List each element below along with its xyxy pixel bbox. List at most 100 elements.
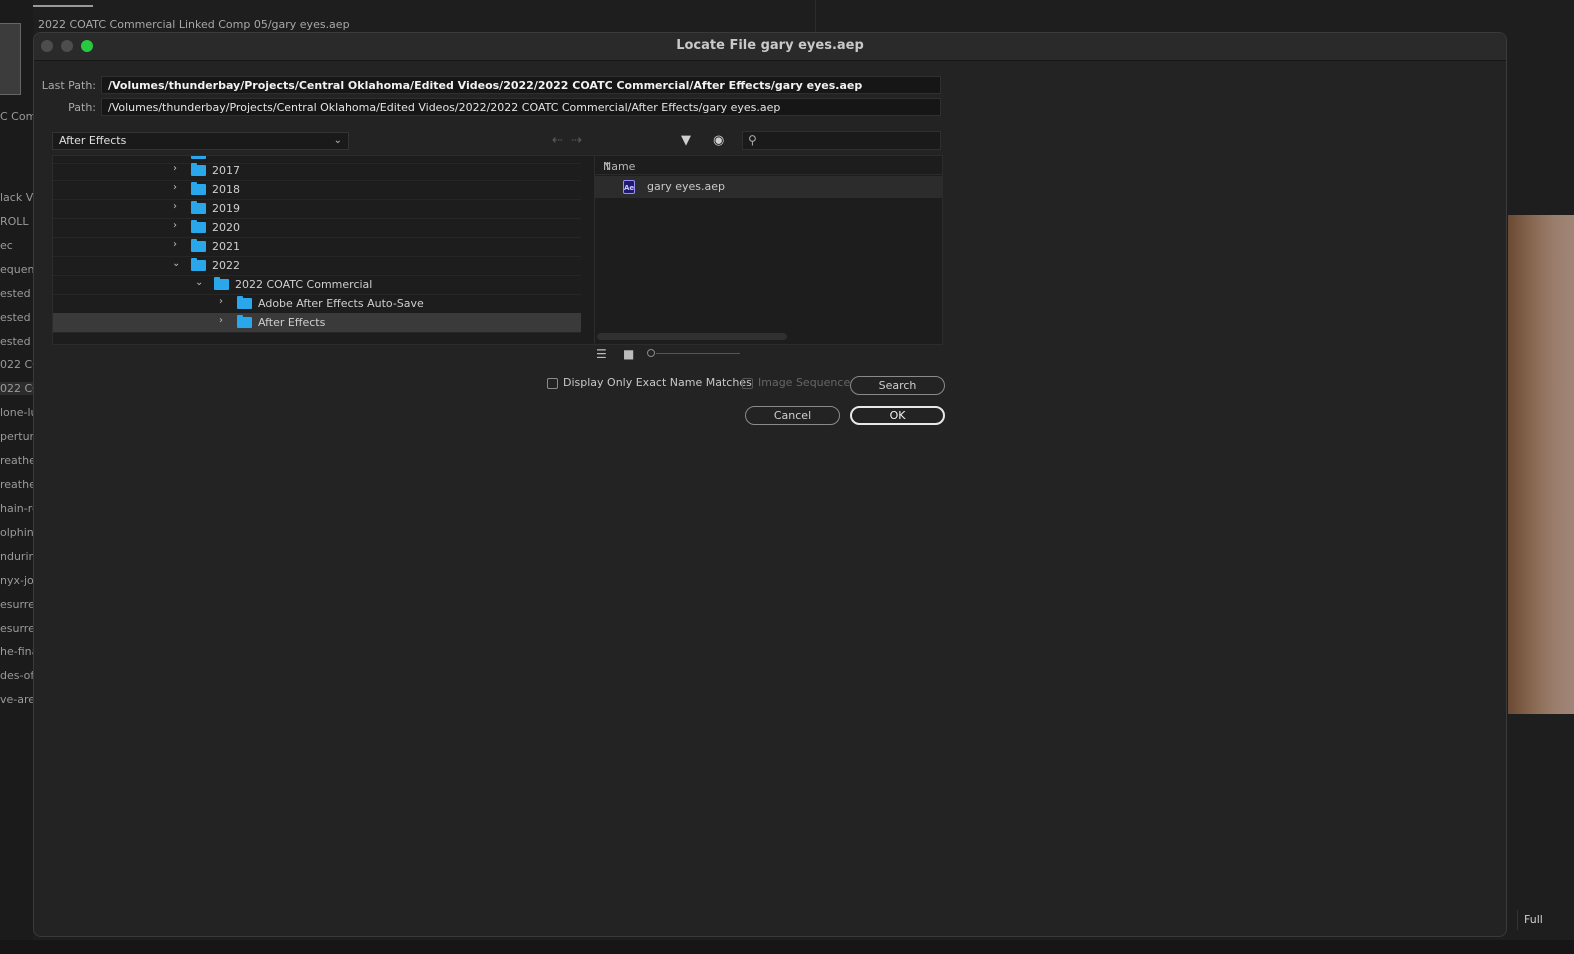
project-item[interactable]: ROLL — [0, 215, 33, 228]
chevron-right-icon[interactable]: › — [219, 296, 223, 307]
tab-indicator — [33, 5, 93, 7]
project-item[interactable]: esurrec — [0, 622, 33, 635]
project-item[interactable]: ested S — [0, 311, 33, 324]
eye-icon[interactable]: ◉ — [713, 133, 724, 148]
cancel-button[interactable]: Cancel — [745, 406, 840, 425]
ok-button[interactable]: OK — [850, 406, 945, 425]
folder-icon — [237, 296, 252, 309]
tree-label: Adobe After Effects Auto-Save — [258, 297, 424, 310]
folder-icon — [214, 277, 229, 290]
tree-row[interactable]: › 2018 — [53, 180, 581, 200]
bottom-bar — [0, 940, 1574, 954]
chevron-down-icon[interactable]: ⌄ — [195, 277, 203, 288]
thumbnail-size-slider-knob[interactable] — [647, 349, 655, 357]
name-column-header[interactable]: Name ↑ — [595, 156, 942, 175]
project-item[interactable]: 022 CC — [0, 382, 33, 395]
folder-icon — [191, 239, 206, 252]
tree-label: 2022 — [212, 259, 240, 272]
tree-label: 2020 — [212, 221, 240, 234]
last-path-label: Last Path: — [41, 79, 96, 92]
folder-icon — [191, 201, 206, 214]
project-item[interactable]: des-of- — [0, 669, 33, 682]
project-item[interactable]: lone-lu — [0, 406, 33, 419]
tree-row[interactable]: › 2020 — [53, 218, 581, 238]
project-item[interactable]: hain-re — [0, 502, 33, 515]
chevron-down-icon: ⌄ — [333, 135, 342, 146]
dialog-title: Locate File gary eyes.aep — [676, 38, 864, 53]
folder-dropdown-value: After Effects — [59, 134, 127, 147]
tree-label: After Effects — [258, 316, 326, 329]
tree-row[interactable]: › 2021 — [53, 237, 581, 257]
tree-row[interactable]: › Adobe After Effects Auto-Save — [53, 294, 581, 314]
project-panel: C Comm lack Vi ROLL ec equenc ested S es… — [0, 0, 33, 954]
file-list: Name ↑ Ae gary eyes.aep — [594, 155, 943, 345]
project-item[interactable]: reathe- — [0, 454, 33, 467]
tree-label: 2018 — [212, 183, 240, 196]
files-horizontal-scrollbar[interactable] — [597, 333, 787, 340]
filter-icon[interactable]: ▼ — [681, 133, 691, 148]
folder-icon — [191, 220, 206, 233]
project-item[interactable]: perture — [0, 430, 33, 443]
project-item[interactable]: esurrec — [0, 598, 33, 611]
thumbnail — [0, 23, 21, 95]
folder-icon — [237, 315, 252, 328]
chevron-right-icon[interactable]: › — [173, 239, 177, 250]
tree-row[interactable]: ⌄ 2022 — [53, 256, 581, 276]
file-row[interactable]: Ae gary eyes.aep — [595, 176, 942, 198]
project-item[interactable]: ec — [0, 239, 33, 252]
search-button[interactable]: Search — [850, 376, 945, 395]
search-icon: ⚲ — [748, 133, 757, 147]
project-item[interactable]: nyx-jo- — [0, 574, 33, 587]
project-item[interactable]: ve-are- — [0, 693, 33, 706]
comp-title: 2022 COATC Commercial Linked Comp 05/gar… — [38, 18, 350, 31]
thumbnail-view-icon[interactable]: ■ — [623, 347, 634, 361]
project-item[interactable]: olphin- — [0, 526, 33, 539]
tree-label: 2022 COATC Commercial — [235, 278, 373, 291]
project-item[interactable]: he-fina — [0, 645, 33, 658]
chevron-down-icon[interactable]: ⌄ — [172, 258, 180, 269]
tree-row[interactable]: › 2019 — [53, 199, 581, 219]
folder-dropdown[interactable]: After Effects ⌄ — [52, 132, 349, 150]
thumbnail-size-slider[interactable] — [656, 353, 740, 354]
dialog-titlebar: Locate File gary eyes.aep — [34, 33, 1506, 61]
after-effects-file-icon: Ae — [623, 180, 635, 194]
chevron-right-icon[interactable]: › — [173, 163, 177, 174]
file-name: gary eyes.aep — [647, 180, 726, 193]
folder-icon — [191, 156, 206, 159]
folder-icon — [191, 163, 206, 176]
sort-ascending-icon: ↑ — [603, 160, 613, 173]
folder-icon — [191, 258, 206, 271]
image-sequence-checkbox[interactable] — [742, 378, 753, 389]
tree-label: 2021 — [212, 240, 240, 253]
list-view-icon[interactable]: ☰ — [596, 347, 607, 361]
project-item[interactable]: ested S — [0, 287, 33, 300]
project-item[interactable]: lack Vi — [0, 191, 33, 204]
forward-arrow-icon[interactable]: ⇢ — [571, 133, 582, 148]
image-sequence-label: Image Sequence — [758, 376, 851, 389]
path-field[interactable]: /Volumes/thunderbay/Projects/Central Okl… — [101, 98, 941, 116]
search-input[interactable]: ⚲ — [742, 131, 941, 150]
exact-name-label: Display Only Exact Name Matches — [563, 376, 752, 389]
project-item[interactable]: nduring — [0, 550, 33, 563]
exact-name-checkbox[interactable] — [547, 378, 558, 389]
back-arrow-icon[interactable]: ⇠ — [552, 133, 563, 148]
zoom-level[interactable]: Full — [1517, 910, 1574, 930]
chevron-right-icon[interactable]: › — [219, 315, 223, 326]
folder-tree: › 2017 › 2018 › 2019 › 2020 › 2021 ⌄ 202… — [52, 155, 595, 345]
program-monitor-frame — [1508, 215, 1574, 714]
tree-row-selected[interactable]: › After Effects — [53, 313, 581, 333]
last-path-field[interactable]: /Volumes/thunderbay/Projects/Central Okl… — [101, 76, 941, 94]
chevron-right-icon[interactable]: › — [173, 182, 177, 193]
tree-row[interactable]: ⌄ 2022 COATC Commercial — [53, 275, 581, 295]
tree-row[interactable]: › 2017 — [53, 161, 581, 181]
folder-icon — [191, 182, 206, 195]
chevron-right-icon[interactable]: › — [173, 220, 177, 231]
panel-divider — [815, 0, 816, 32]
project-item[interactable]: ested S — [0, 335, 33, 348]
chevron-right-icon[interactable]: › — [173, 201, 177, 212]
project-item[interactable]: equenc — [0, 263, 33, 276]
project-item[interactable]: C Comm — [0, 110, 33, 123]
project-item[interactable]: 022 CC — [0, 358, 33, 371]
project-item[interactable]: reathe- — [0, 478, 33, 491]
locate-file-dialog: Locate File gary eyes.aep Last Path: /Vo… — [33, 32, 1507, 937]
